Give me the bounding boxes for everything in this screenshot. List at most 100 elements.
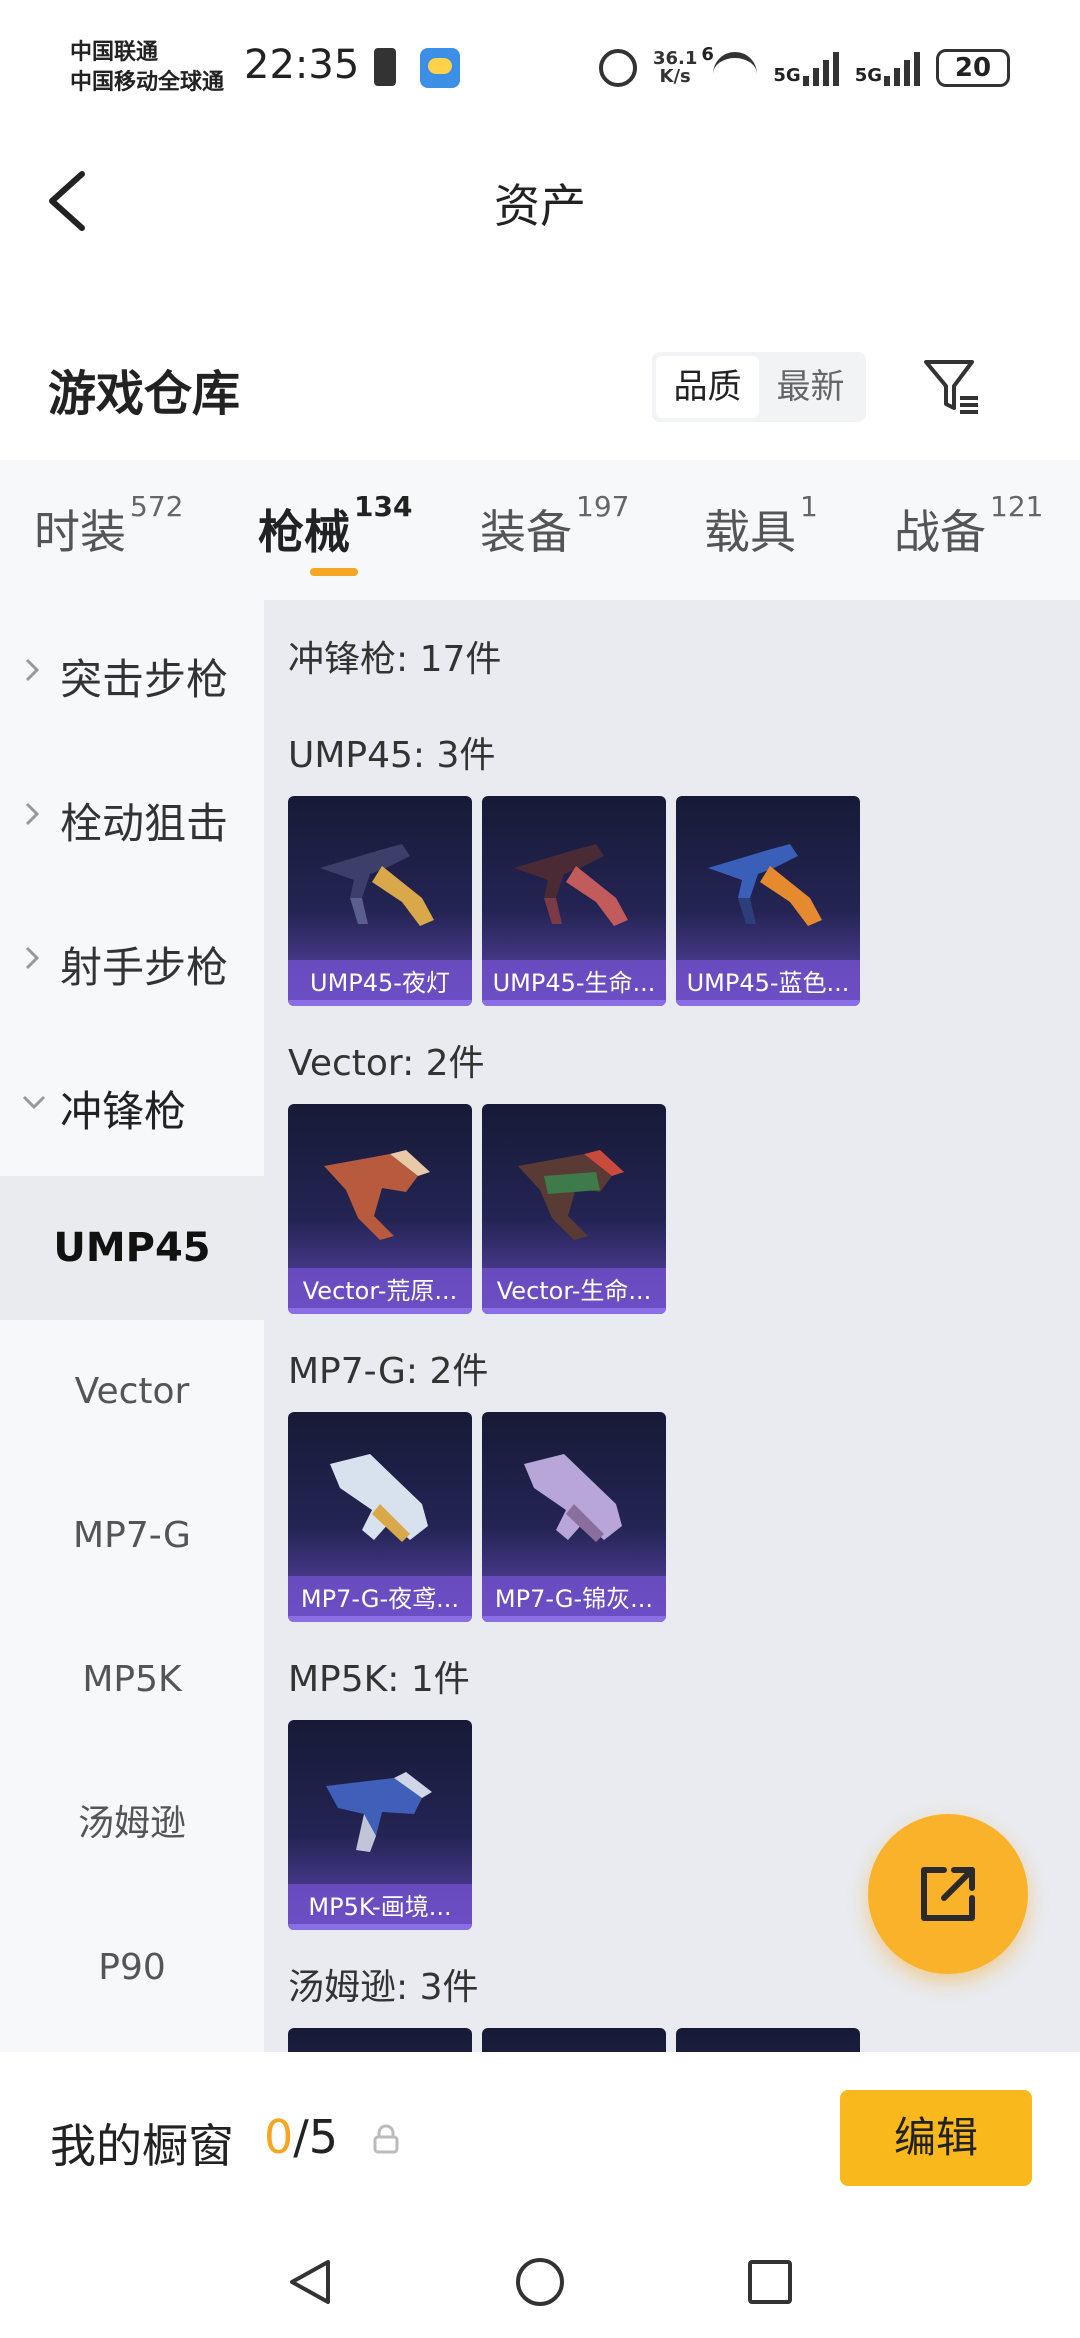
share-button[interactable]	[868, 1814, 1028, 1974]
smg-icon	[518, 1150, 624, 1240]
weapon-card-label: MP7-G-锦灰...	[482, 1576, 666, 1622]
showcase-count: 0/5	[264, 2110, 338, 2164]
smg-icon	[708, 844, 822, 926]
showcase-total: /5	[293, 2110, 339, 2164]
sort-newest-button[interactable]: 最新	[759, 356, 862, 418]
smg-icon	[320, 844, 434, 926]
weapon-card[interactable]: MP5K-画境...	[288, 1720, 472, 1930]
sidebar-item-vector[interactable]: Vector	[0, 1320, 264, 1464]
sim2-label: 5G	[854, 65, 882, 86]
category-count-title: 冲锋枪: 17件	[288, 639, 502, 680]
sidebar-group-label: 突击步枪	[60, 655, 229, 704]
weapon-card[interactable]: Vector-生命...	[482, 1104, 666, 1314]
tab-fashion[interactable]: 时装 572	[34, 490, 183, 562]
chevron-right-icon	[25, 946, 40, 970]
wifi-icon: 6	[701, 44, 758, 84]
status-time: 22:35	[244, 42, 360, 88]
showcase-label: 我的橱窗	[50, 2119, 234, 2173]
section-title-vector: Vector: 2件	[288, 1043, 485, 1084]
sidebar-item-mp7g[interactable]: MP7-G	[0, 1464, 264, 1608]
tab-label: 战备	[894, 505, 986, 559]
warehouse-row: 游戏仓库 品质 最新	[0, 330, 1080, 450]
weapon-card[interactable]: UMP45-夜灯	[288, 796, 472, 1006]
sidebar-item-p90[interactable]: P90	[0, 1896, 264, 2040]
tab-vehicles[interactable]: 载具 1	[704, 490, 818, 562]
showcase-current: 0	[264, 2110, 294, 2164]
warehouse-title: 游戏仓库	[48, 366, 241, 422]
section-title-ump45: UMP45: 3件	[288, 735, 496, 776]
sort-quality-button[interactable]: 品质	[656, 356, 759, 418]
sidebar-group-assault-rifle[interactable]: 突击步枪	[0, 600, 264, 744]
section-title-mp5k: MP5K: 1件	[288, 1659, 470, 1700]
nav-back-icon[interactable]	[282, 2254, 338, 2310]
category-tabs: 时装 572 枪械 134 装备 197 载具 1 战备 121	[0, 460, 1080, 600]
showcase-bar: 我的橱窗 0/5 编辑	[0, 2052, 1080, 2228]
battery-saver-icon	[374, 48, 396, 86]
sidebar-item-ump45[interactable]: UMP45	[0, 1176, 264, 1320]
weapon-card-label: UMP45-生命...	[482, 960, 666, 1006]
smg-icon	[324, 1150, 430, 1240]
smg-icon	[326, 1772, 432, 1852]
section-title-mp7g: MP7-G: 2件	[288, 1351, 489, 1392]
weapon-card[interactable]: Vector-荒原...	[288, 1104, 472, 1314]
sort-toggle: 品质 最新	[652, 352, 866, 422]
sidebar-group-marksman-rifle[interactable]: 射手步枪	[0, 888, 264, 1032]
sidebar-item-mp5k[interactable]: MP5K	[0, 1608, 264, 1752]
nav-home-icon[interactable]	[512, 2254, 568, 2310]
alarm-icon	[598, 49, 637, 87]
sidebar-group-bolt-sniper[interactable]: 栓动狙击	[0, 744, 264, 888]
app-header: 资产	[0, 140, 1080, 270]
tab-combat-gear[interactable]: 战备 121	[894, 490, 1043, 562]
weapon-card-label: UMP45-夜灯	[288, 960, 472, 1006]
weapon-card-label: UMP45-蓝色...	[676, 960, 860, 1006]
status-icons: 36.1 K/s 6 5G 5G 20	[598, 44, 1010, 92]
lock-icon	[373, 2124, 399, 2154]
weapon-card[interactable]: UMP45-生命...	[482, 796, 666, 1006]
weapon-card[interactable]	[482, 2028, 666, 2052]
weapon-card-label: Vector-生命...	[482, 1268, 666, 1314]
carrier-1: 中国联通	[70, 40, 159, 65]
sidebar-group-smg[interactable]: 冲锋枪	[0, 1032, 264, 1176]
status-bar: 中国联通 中国移动全球通 22:35 36.1 K/s 6 5G 5G 20	[0, 0, 1080, 140]
tab-count: 134	[354, 490, 413, 523]
tab-label: 载具	[704, 505, 796, 559]
weapon-card[interactable]: UMP45-蓝色...	[676, 796, 860, 1006]
nav-recents-icon[interactable]	[742, 2254, 798, 2310]
battery-icon: 20	[936, 49, 1010, 87]
filter-icon	[924, 360, 978, 414]
chevron-right-icon	[25, 658, 40, 682]
network-speed: 36.1 K/s	[653, 50, 697, 86]
tab-equipment[interactable]: 装备 197	[480, 490, 629, 562]
sidebar-group-label: 栓动狙击	[60, 799, 229, 848]
weapon-card[interactable]: MP7-G-锦灰...	[482, 1412, 666, 1622]
weapon-card-label: MP5K-画境...	[288, 1884, 472, 1930]
tab-count: 572	[130, 490, 184, 523]
tab-count: 121	[990, 490, 1044, 523]
smg-icon	[524, 1454, 622, 1542]
signal-icon-1: 5G	[773, 50, 839, 86]
sidebar-item-thompson[interactable]: 汤姆逊	[0, 1752, 264, 1896]
page-title: 资产	[494, 179, 586, 233]
filter-button[interactable]	[920, 354, 984, 418]
sim1-label: 5G	[773, 65, 801, 86]
tab-active-indicator	[310, 568, 358, 576]
weapon-card[interactable]	[288, 2028, 472, 2052]
sidebar-group-label: 冲锋枪	[60, 1087, 187, 1136]
tab-count: 1	[800, 490, 818, 523]
system-navigation-bar	[0, 2228, 1080, 2338]
share-icon	[921, 1867, 975, 1921]
chevron-down-icon	[22, 1095, 46, 1110]
weapon-card[interactable]	[676, 2028, 860, 2052]
weather-icon	[420, 48, 460, 88]
tab-weapons[interactable]: 枪械 134	[258, 490, 412, 562]
weapon-card[interactable]: MP7-G-夜鸢...	[288, 1412, 472, 1622]
signal-icon-2: 5G	[855, 50, 920, 86]
wifi-badge: 6	[701, 44, 714, 65]
chevron-right-icon	[25, 802, 40, 826]
carrier-names: 中国联通 中国移动全球通	[70, 38, 224, 98]
tab-count: 197	[576, 490, 630, 523]
edit-button[interactable]: 编辑	[840, 2090, 1032, 2186]
weapon-card-label: Vector-荒原...	[288, 1268, 472, 1314]
weapon-card-label: MP7-G-夜鸢...	[288, 1576, 472, 1622]
smg-icon	[514, 844, 628, 926]
